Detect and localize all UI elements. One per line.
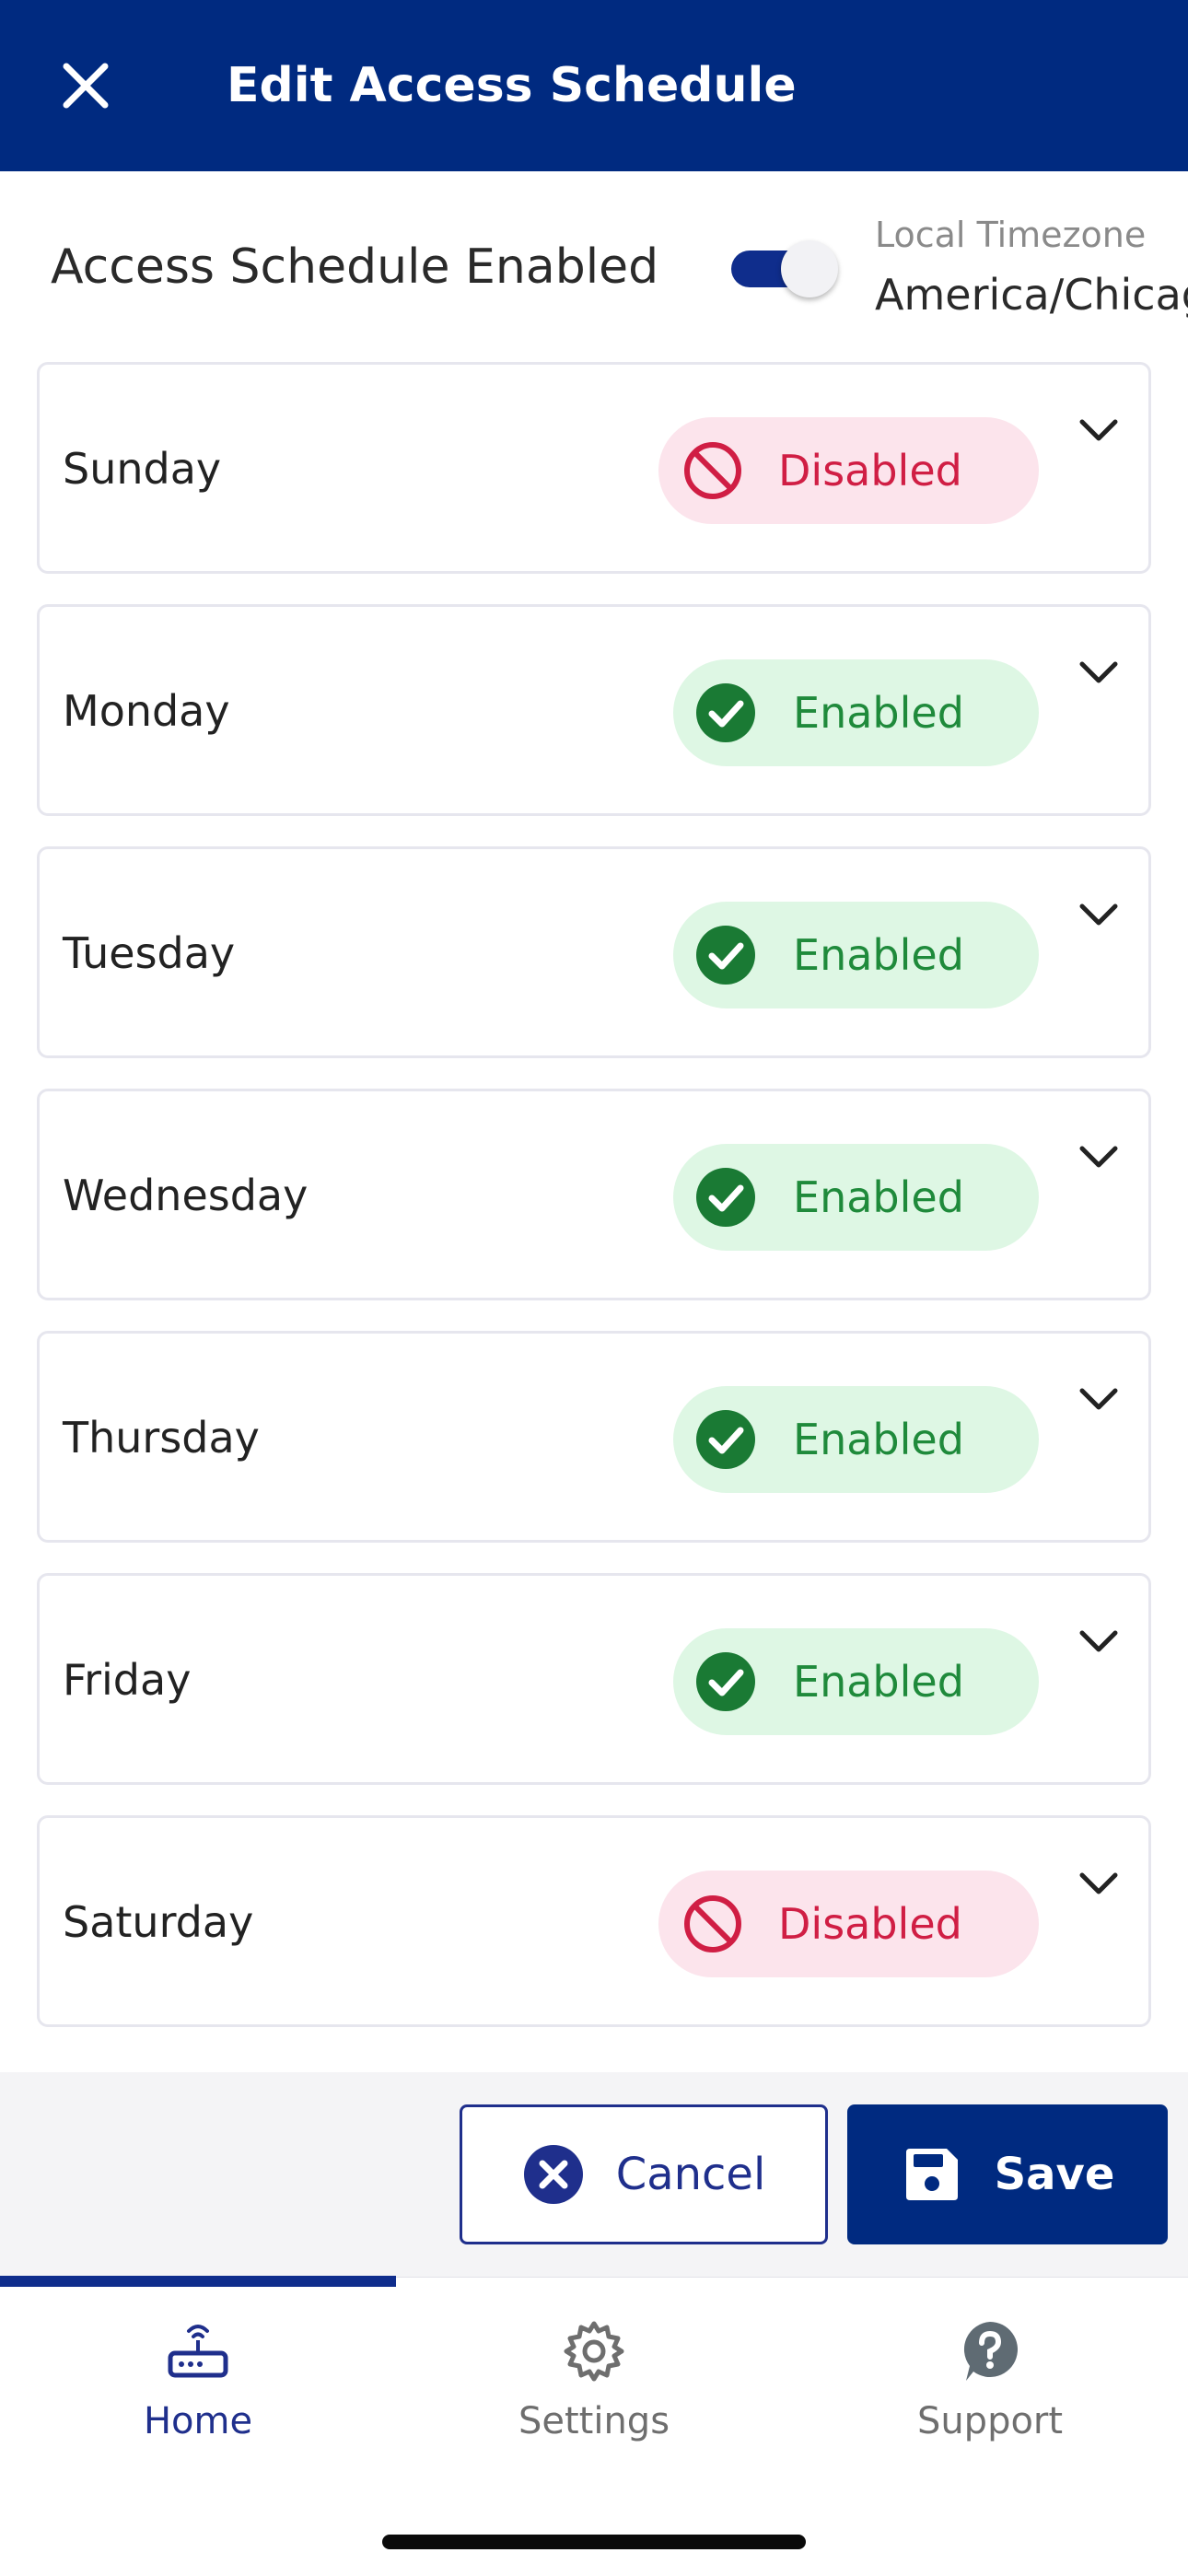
day-name: Saturday: [63, 1897, 254, 1947]
status-badge: Enabled: [673, 1144, 1039, 1251]
chevron-down-icon: [1079, 1146, 1118, 1168]
cancel-label: Cancel: [615, 2149, 766, 2200]
status-text: Enabled: [793, 1415, 964, 1464]
day-card-monday[interactable]: Monday Enabled: [37, 604, 1151, 816]
cancel-circle-icon: [523, 2145, 583, 2204]
check-circle-icon: [696, 1168, 755, 1227]
day-card-tuesday[interactable]: Tuesday Enabled: [37, 846, 1151, 1058]
day-card-sunday[interactable]: Sunday Disabled: [37, 362, 1151, 574]
day-name: Wednesday: [63, 1171, 309, 1220]
status-badge: Enabled: [673, 902, 1039, 1008]
timezone-value: America/Chicago: [875, 270, 1188, 320]
save-icon: [905, 2149, 958, 2200]
expand-button[interactable]: [1069, 644, 1128, 703]
expand-button[interactable]: [1069, 1855, 1128, 1914]
day-name: Sunday: [63, 444, 222, 494]
close-icon: [63, 63, 109, 109]
status-text: Disabled: [778, 1899, 962, 1949]
status-text: Enabled: [793, 688, 964, 738]
router-icon: [168, 2325, 228, 2378]
nav-item-support[interactable]: Support: [792, 2314, 1188, 2453]
status-badge: Enabled: [673, 1386, 1039, 1493]
expand-button[interactable]: [1069, 1613, 1128, 1672]
chevron-down-icon: [1079, 1388, 1118, 1410]
status-text: Enabled: [793, 1172, 964, 1222]
page-title: Edit Access Schedule: [227, 58, 797, 113]
status-badge: Enabled: [673, 1628, 1039, 1735]
day-card-saturday[interactable]: Saturday Disabled: [37, 1815, 1151, 2027]
nav-label-support: Support: [916, 2400, 1064, 2442]
gear-icon: [564, 2321, 624, 2382]
expand-button[interactable]: [1069, 402, 1128, 460]
day-name: Thursday: [63, 1413, 260, 1463]
day-card-thursday[interactable]: Thursday Enabled: [37, 1331, 1151, 1543]
schedule-toggle-label: Access Schedule Enabled: [51, 239, 659, 295]
nav-label-home: Home: [143, 2400, 253, 2442]
status-text: Enabled: [793, 930, 964, 980]
day-card-friday[interactable]: Friday Enabled: [37, 1573, 1151, 1785]
active-tab-indicator: [0, 2276, 396, 2287]
nav-label-settings: Settings: [518, 2400, 670, 2442]
expand-button[interactable]: [1069, 1128, 1128, 1187]
check-circle-icon: [696, 683, 755, 742]
status-badge: Enabled: [673, 659, 1039, 766]
blocked-icon: [684, 442, 741, 499]
timezone-label: Local Timezone: [875, 215, 1147, 255]
expand-button[interactable]: [1069, 886, 1128, 945]
save-button[interactable]: Save: [847, 2104, 1168, 2244]
day-name: Tuesday: [63, 928, 236, 978]
nav-item-settings[interactable]: Settings: [396, 2314, 792, 2453]
nav-item-home[interactable]: Home: [0, 2314, 396, 2453]
status-text: Enabled: [793, 1657, 964, 1707]
status-text: Disabled: [778, 446, 962, 495]
home-indicator[interactable]: [382, 2535, 806, 2549]
blocked-icon: [684, 1895, 741, 1952]
action-bar: Cancel Save: [0, 2072, 1188, 2277]
chevron-down-icon: [1079, 1630, 1118, 1652]
close-button[interactable]: [53, 53, 118, 118]
expand-button[interactable]: [1069, 1370, 1128, 1429]
cancel-button[interactable]: Cancel: [460, 2104, 828, 2244]
day-card-wednesday[interactable]: Wednesday Enabled: [37, 1089, 1151, 1300]
chevron-down-icon: [1079, 661, 1118, 683]
check-circle-icon: [696, 1410, 755, 1469]
chevron-down-icon: [1079, 903, 1118, 926]
day-name: Monday: [63, 686, 230, 736]
bottom-nav: Home Settings Support: [0, 2276, 1188, 2576]
check-circle-icon: [696, 926, 755, 985]
check-circle-icon: [696, 1652, 755, 1711]
status-badge: Disabled: [658, 1871, 1039, 1977]
save-label: Save: [994, 2149, 1115, 2200]
chevron-down-icon: [1079, 419, 1118, 441]
app-header: Edit Access Schedule: [0, 0, 1188, 171]
status-badge: Disabled: [658, 417, 1039, 524]
help-icon: [963, 2322, 1018, 2381]
schedule-toggle[interactable]: [728, 240, 847, 297]
day-name: Friday: [63, 1655, 192, 1705]
toggle-knob: [781, 240, 838, 297]
chevron-down-icon: [1079, 1872, 1118, 1894]
